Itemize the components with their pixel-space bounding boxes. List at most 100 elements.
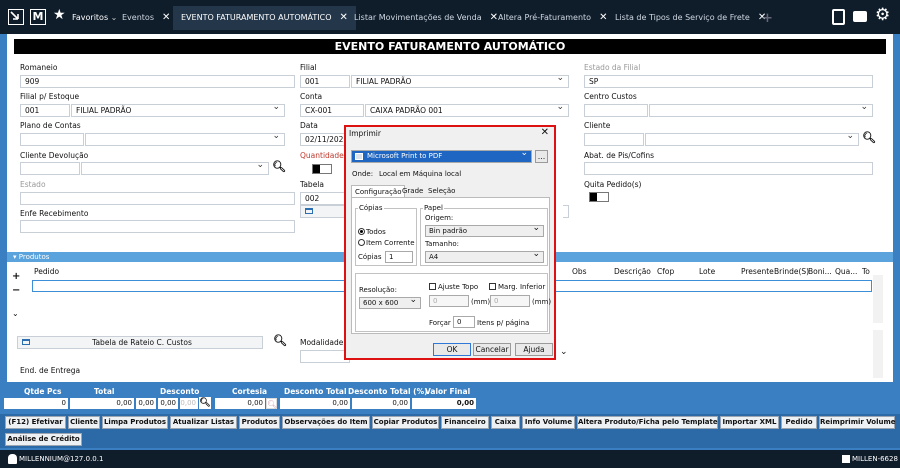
filial-estoque-code-field[interactable]: 001 xyxy=(20,104,70,117)
cliente-select[interactable] xyxy=(645,133,859,146)
add-tab-icon[interactable]: + xyxy=(762,11,773,26)
tab-eventos[interactable]: Eventos ✕ xyxy=(122,6,170,30)
cliente-button[interactable]: Cliente xyxy=(68,416,100,429)
pedido-button[interactable]: Pedido xyxy=(781,416,817,429)
tabela-calendar-button[interactable] xyxy=(300,205,350,218)
ajuste-topo-box[interactable] xyxy=(429,283,436,290)
plano-contas-select[interactable] xyxy=(85,133,285,146)
grid-header-cfop[interactable]: Cfop xyxy=(657,267,674,276)
grid-header-lote[interactable]: Lote xyxy=(699,267,715,276)
ajuste-topo-input[interactable]: 0 xyxy=(429,295,469,307)
cliente-code-field[interactable] xyxy=(584,133,644,146)
reimprimir-volume-button[interactable]: Reimprimir Volume xyxy=(819,416,896,429)
marg-inferior-checkbox[interactable]: Marg. Inferior xyxy=(489,283,545,291)
estado-filial-field[interactable]: SP xyxy=(584,75,873,88)
desconto-value-b[interactable]: 0,00 xyxy=(158,398,178,409)
close-icon[interactable]: ✕ xyxy=(490,6,498,30)
grid-header-to[interactable]: To xyxy=(862,267,870,276)
resolucao-select[interactable]: 600 x 600 xyxy=(359,295,421,309)
marg-inferior-input[interactable]: 0 xyxy=(490,295,530,307)
cortesia-value[interactable]: 0,00 xyxy=(215,398,265,409)
grid-header-pedido[interactable]: Pedido xyxy=(34,267,59,276)
estado-field[interactable] xyxy=(20,192,295,205)
close-icon[interactable]: ✕ xyxy=(599,6,607,30)
origem-select[interactable]: Bin padrão xyxy=(425,223,544,237)
tab-listar-movimentacoes[interactable]: Listar Movimentações de Venda ✕ xyxy=(354,6,498,30)
tab-grade[interactable]: Grade xyxy=(402,187,423,195)
info-volume-button[interactable]: Info Volume xyxy=(522,416,575,429)
tabela-code-field[interactable]: 002 xyxy=(300,192,350,205)
efetivar-button[interactable]: (F12) Efetivar xyxy=(5,416,66,429)
modalidade-chevron[interactable]: ⌄ xyxy=(560,347,568,357)
rateio-button[interactable]: Tabela de Rateio C. Custos xyxy=(17,336,263,349)
gear-icon[interactable]: ⚙ xyxy=(875,7,890,24)
cancelar-button[interactable]: Cancelar xyxy=(473,343,511,356)
search-icon[interactable]: 🔍︎ xyxy=(272,160,286,173)
desconto-value-a[interactable]: 0,00 xyxy=(136,398,156,409)
tab-tipos-servico-frete[interactable]: Lista de Tipos de Serviço de Frete ✕ xyxy=(615,6,766,30)
quantidade-toggle[interactable] xyxy=(312,164,332,174)
atualizar-listas-button[interactable]: Atualizar Listas xyxy=(170,416,237,429)
marg-inferior-box[interactable] xyxy=(489,283,496,290)
expand-icon[interactable]: ⌄ xyxy=(12,309,19,318)
ok-button[interactable]: OK xyxy=(433,343,471,356)
grid-header-brinde[interactable]: Brinde(S) xyxy=(774,267,809,276)
tab-selecao[interactable]: Seleção xyxy=(428,187,455,195)
rateio-scrollbar[interactable] xyxy=(873,330,883,378)
observacoes-item-button[interactable]: Observações do Item xyxy=(282,416,370,429)
tab-evento-faturamento[interactable]: EVENTO FATURAMENTO AUTOMÁTICO ✕ xyxy=(173,6,356,30)
search-icon[interactable]: 🔍︎ xyxy=(273,334,287,347)
search-icon[interactable]: 🔍︎ xyxy=(199,397,211,409)
importar-xml-button[interactable]: Importar XML xyxy=(720,416,779,429)
forcar-input[interactable]: 0 xyxy=(453,316,475,328)
abat-field[interactable] xyxy=(584,162,873,175)
limpa-produtos-button[interactable]: Limpa Produtos xyxy=(102,416,168,429)
romaneio-field[interactable]: 909 xyxy=(20,75,295,88)
conta-select[interactable]: CAIXA PADRÃO 001 xyxy=(365,104,569,117)
tab-favoritos[interactable]: Favoritos ⌄ xyxy=(72,6,117,30)
enfe-field[interactable] xyxy=(20,220,295,233)
quita-toggle[interactable] xyxy=(589,192,609,202)
grid-scrollbar[interactable] xyxy=(873,275,883,323)
menu-icon[interactable] xyxy=(8,9,24,25)
grid-header-boni[interactable]: Boni... xyxy=(808,267,832,276)
desconto-value-c[interactable]: 0,00 xyxy=(180,398,198,409)
printer-properties-button[interactable]: … xyxy=(535,150,548,163)
copiar-produtos-button[interactable]: Copiar Produtos xyxy=(372,416,439,429)
filial-code-field[interactable]: 001 xyxy=(300,75,350,88)
close-icon[interactable]: ✕ xyxy=(162,6,170,30)
grid-header-obs[interactable]: Obs xyxy=(572,267,587,276)
caixa-button[interactable]: Caixa xyxy=(491,416,520,429)
search-icon[interactable]: 🔍︎ xyxy=(862,131,876,144)
filial-select[interactable]: FILIAL PADRÃO xyxy=(351,75,569,88)
tamanho-select[interactable]: A4 xyxy=(425,249,544,263)
cliente-devolucao-select[interactable] xyxy=(81,162,269,175)
tab-altera-pre-faturamento[interactable]: Altera Pré-Faturamento ✕ xyxy=(498,6,607,30)
chat-icon[interactable] xyxy=(853,11,867,22)
radio-item-corrente[interactable]: Item Corrente xyxy=(358,239,415,247)
grid-header-qua[interactable]: Qua... xyxy=(835,267,857,276)
modalidade-field[interactable] xyxy=(300,350,350,363)
centro-custos-code-field[interactable] xyxy=(584,104,648,117)
analise-credito-button[interactable]: Análise de Crédito xyxy=(5,433,82,446)
altera-produto-template-button[interactable]: Altera Produto/Ficha pelo Template xyxy=(577,416,718,429)
filial-estoque-select[interactable]: FILIAL PADRÃO xyxy=(71,104,285,117)
produtos-button[interactable]: Produtos xyxy=(239,416,280,429)
close-icon[interactable]: ✕ xyxy=(541,127,549,138)
printer-select[interactable]: Microsoft Print to PDF xyxy=(351,148,532,163)
grid-header-descricao[interactable]: Descrição xyxy=(614,267,651,276)
add-row-icon[interactable]: + xyxy=(12,271,20,282)
ajuste-topo-checkbox[interactable]: Ajuste Topo xyxy=(429,283,478,291)
close-icon[interactable]: ✕ xyxy=(340,6,348,30)
remove-row-icon[interactable]: − xyxy=(12,285,20,296)
plano-contas-code-field[interactable] xyxy=(20,133,84,146)
financeiro-button[interactable]: Financeiro xyxy=(441,416,489,429)
ajuda-button[interactable]: Ajuda xyxy=(515,343,553,356)
radio-todos-dot[interactable] xyxy=(358,228,365,235)
radio-item-corrente-dot[interactable] xyxy=(358,239,365,246)
brand-logo[interactable]: M xyxy=(30,9,46,25)
cortesia-search-icon[interactable]: 🔍︎ xyxy=(266,398,277,409)
cliente-devolucao-code-field[interactable] xyxy=(20,162,80,175)
centro-custos-select[interactable] xyxy=(649,104,873,117)
conta-code-field[interactable]: CX-001 xyxy=(300,104,364,117)
